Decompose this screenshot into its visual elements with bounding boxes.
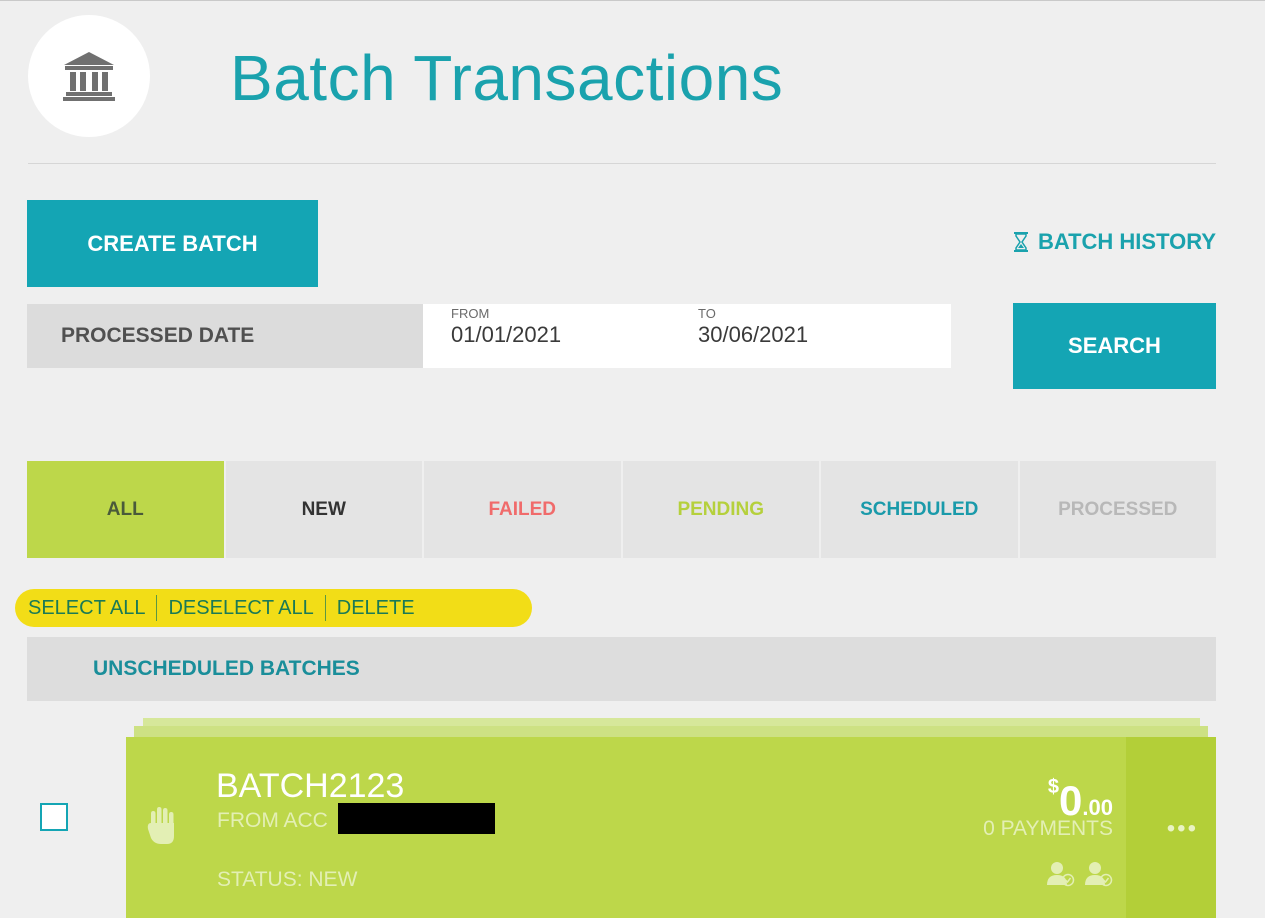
batch-status: STATUS: NEW [217, 868, 358, 891]
unscheduled-batches-header: UNSCHEDULED BATCHES [27, 637, 1216, 701]
batch-name: BATCH2123 [216, 767, 405, 805]
action-divider [324, 595, 326, 621]
tab-all-label: ALL [106, 498, 144, 520]
create-batch-button[interactable]: CREATE BATCH [27, 200, 318, 287]
tab-pending-label: PENDING [677, 498, 765, 520]
search-button[interactable]: SEARCH [1013, 303, 1216, 389]
tab-scheduled[interactable]: SCHEDULED [821, 461, 1018, 558]
hand-icon [147, 807, 174, 844]
batch-history-link[interactable]: BATCH HISTORY [1013, 229, 1216, 255]
batch-card[interactable]: BATCH2123 FROM ACC STATUS: NEW $0.00 0 P… [126, 737, 1216, 918]
amount-currency: $ [1047, 776, 1060, 798]
top-border [0, 0, 1265, 1]
approver-icon [1047, 862, 1075, 887]
hourglass-icon [1013, 232, 1028, 252]
approvers [1047, 861, 1113, 887]
batch-from-account: FROM ACC [217, 809, 328, 832]
processed-date-label: PROCESSED DATE [27, 304, 423, 368]
to-caption: TO [698, 306, 716, 321]
tab-processed[interactable]: PROCESSED [1019, 461, 1216, 558]
redaction-block [338, 803, 495, 834]
status-tabs: ALL NEW FAILED PENDING SCHEDULED PROCESS… [27, 461, 1216, 558]
batch-history-label: BATCH HISTORY [1037, 229, 1216, 254]
payment-count: 0 PAYMENTS [983, 817, 1113, 840]
tab-pending[interactable]: PENDING [622, 461, 819, 558]
deselect-all-button[interactable]: DESELECT ALL [168, 597, 313, 620]
tab-all[interactable]: ALL [27, 461, 224, 558]
to-date-value: 30/06/2021 [698, 322, 809, 347]
from-date-value: 01/01/2021 [451, 322, 562, 347]
title-divider [28, 163, 1216, 164]
more-options-icon[interactable]: ••• [1167, 815, 1198, 843]
delete-button[interactable]: DELETE [337, 597, 415, 620]
from-caption: FROM [451, 306, 490, 321]
tab-failed[interactable]: FAILED [424, 461, 621, 558]
tab-new[interactable]: NEW [225, 461, 422, 558]
tab-processed-label: PROCESSED [1058, 498, 1178, 520]
bulk-actions-bar: SELECT ALL DESELECT ALL DELETE [15, 589, 532, 627]
tab-new-label: NEW [301, 498, 346, 520]
approver-icon [1085, 862, 1113, 887]
batch-select-checkbox[interactable] [40, 803, 68, 831]
bank-building-icon [63, 52, 115, 101]
tab-failed-label: FAILED [488, 498, 557, 520]
action-divider [156, 595, 158, 621]
logo-badge [28, 15, 150, 137]
page-title: Batch Transactions [230, 42, 784, 114]
date-range: FROM 01/01/2021 TO 30/06/2021 [423, 304, 951, 368]
tab-scheduled-label: SCHEDULED [860, 498, 979, 520]
select-all-button[interactable]: SELECT ALL [28, 597, 145, 620]
